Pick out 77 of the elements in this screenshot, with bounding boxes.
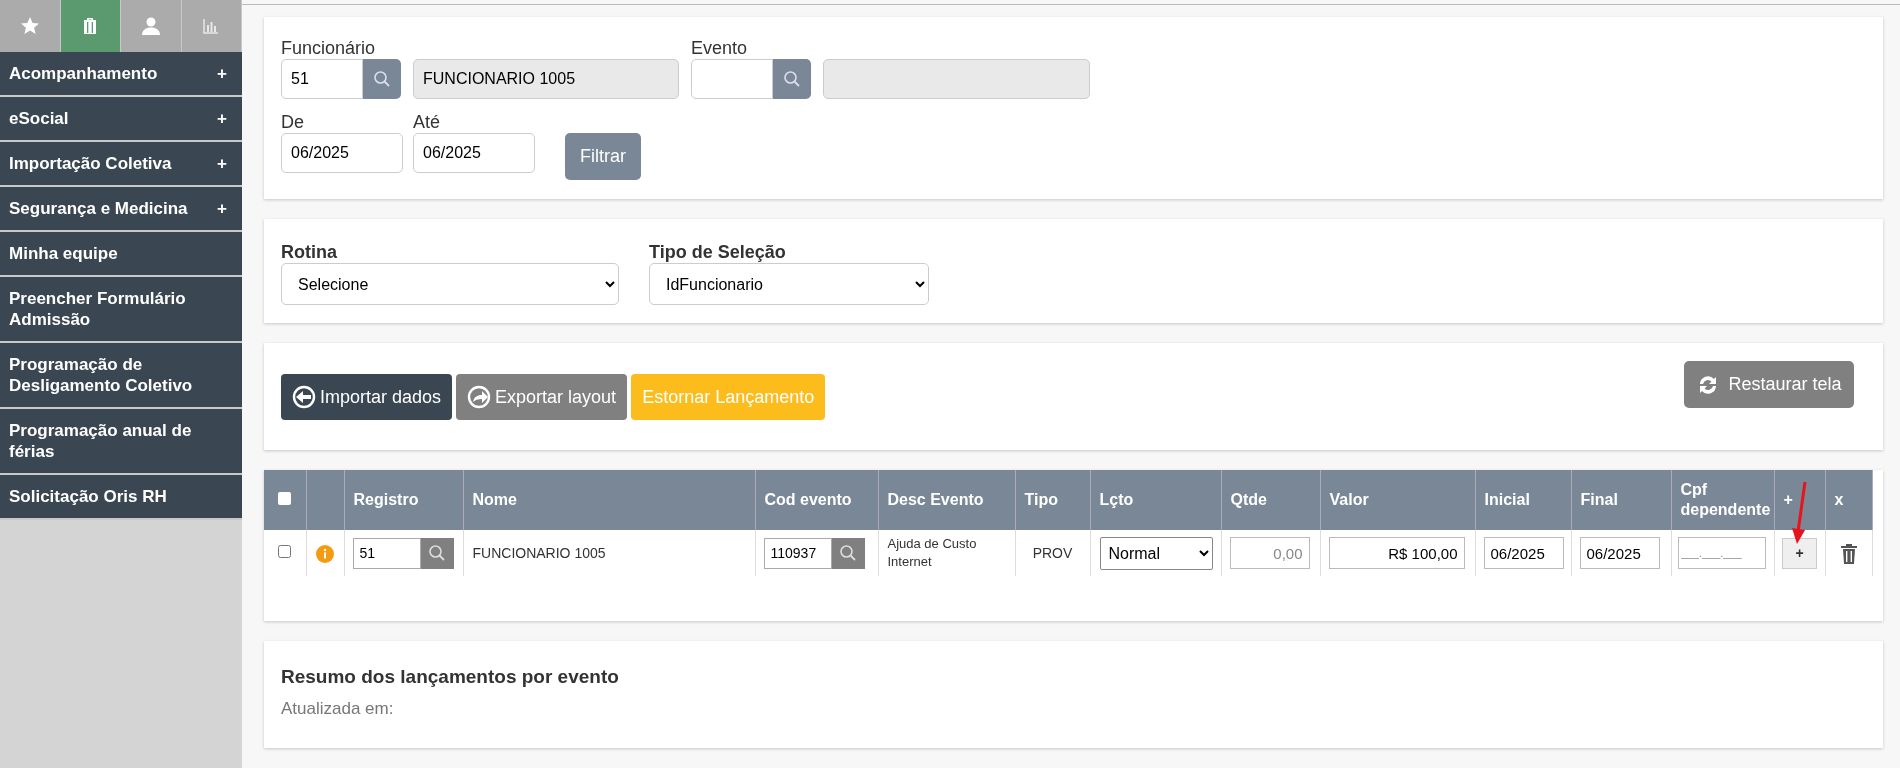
expand-toggle[interactable]: +: [217, 63, 233, 84]
row-checkbox[interactable]: [278, 545, 292, 558]
value-field[interactable]: R$ 100,00: [1328, 537, 1465, 569]
employee-code-field[interactable]: 51: [281, 59, 363, 99]
selection-type-select[interactable]: IdFuncionario: [649, 263, 929, 305]
routine-select[interactable]: Selecione: [281, 263, 619, 305]
search-button[interactable]: [363, 59, 401, 99]
event-code-field[interactable]: 110937: [763, 537, 832, 569]
search-icon: [428, 544, 446, 562]
search-icon: [373, 70, 391, 88]
column-header: +: [1783, 491, 1793, 508]
sidebar-item[interactable]: Segurança e Medicina +: [0, 187, 242, 232]
date-field[interactable]: 06/2025: [281, 133, 403, 173]
field-label: Tipo de Seleção: [649, 241, 787, 263]
expand-toggle[interactable]: +: [217, 198, 233, 219]
updated-label: Atualizada em:: [281, 697, 395, 720]
import-button[interactable]: Importar dados: [281, 374, 453, 420]
table-cell: FUNCIONARIO 1005: [472, 545, 606, 561]
column-header: Cpf dependente: [1680, 481, 1771, 518]
export-button[interactable]: Exportar layout: [456, 374, 628, 420]
add-button[interactable]: +: [1782, 537, 1817, 569]
column-header: Tipo: [1024, 491, 1058, 508]
column-header: Lçto: [1099, 491, 1134, 508]
quantity-field[interactable]: 0,00: [1229, 537, 1310, 569]
field-label: Até: [413, 111, 442, 133]
column-header: Valor: [1329, 491, 1369, 508]
search-icon: [783, 70, 801, 88]
sidebar-item[interactable]: Minha equipe: [0, 232, 242, 277]
section-title: Resumo dos lançamentos por evento: [281, 665, 620, 689]
field-label: De: [281, 111, 305, 133]
sidebar-item[interactable]: Acompanhamento +: [0, 52, 242, 97]
star-icon: [19, 16, 40, 36]
column-header: Registro: [353, 491, 419, 508]
sidebar-item[interactable]: Programação de Desligamento Coletivo: [0, 343, 242, 409]
sidebar-tab[interactable]: [60, 0, 121, 52]
sidebar-tab[interactable]: [181, 0, 242, 52]
employee-name-field[interactable]: FUNCIONARIO 1005: [413, 59, 679, 99]
column-header: Cod evento: [764, 491, 852, 508]
event-name-field[interactable]: [823, 59, 1090, 99]
column-header: Inicial: [1484, 491, 1530, 508]
sidebar-item[interactable]: eSocial +: [0, 97, 242, 142]
expand-toggle[interactable]: +: [217, 108, 233, 129]
date-field[interactable]: 06/2025: [413, 133, 535, 173]
search-icon: [839, 544, 857, 562]
sidebar-item[interactable]: Importação Coletiva +: [0, 142, 242, 187]
search-button[interactable]: [831, 537, 865, 569]
search-button[interactable]: [773, 59, 811, 99]
table-cell-text: Ajuda de Custo Internet: [887, 535, 978, 571]
select-all-checkbox[interactable]: [278, 492, 292, 505]
sidebar-item[interactable]: Solicitação Oris RH: [0, 475, 242, 520]
date-field[interactable]: 06/2025: [1483, 537, 1564, 569]
date-field[interactable]: 06/2025: [1579, 537, 1660, 569]
cpf-field[interactable]: ___.___.___: [1677, 537, 1766, 569]
sidebar-tab[interactable]: [0, 0, 61, 52]
bar-chart-icon: [202, 17, 221, 35]
column-header: Nome: [472, 491, 517, 508]
field-label: Funcionário: [281, 37, 377, 59]
restore-button[interactable]: Restaurar tela: [1684, 361, 1854, 408]
field-label: Rotina: [281, 241, 338, 263]
registro-field[interactable]: 51: [352, 537, 421, 569]
search-button[interactable]: [420, 537, 454, 569]
column-header: Desc Evento: [887, 491, 984, 508]
trash-icon[interactable]: [1840, 543, 1857, 564]
filter-button[interactable]: Filtrar: [565, 133, 641, 180]
entry-type-select[interactable]: Normal: [1099, 536, 1213, 570]
user-icon: [140, 16, 161, 36]
sidebar-item[interactable]: Preencher Formulário Admissão: [0, 277, 242, 343]
column-header: x: [1834, 491, 1844, 508]
expand-toggle[interactable]: +: [217, 153, 233, 174]
field-label: Evento: [691, 37, 749, 59]
column-header: Qtde: [1230, 491, 1267, 508]
table-cell: PROV: [1032, 545, 1073, 561]
sidebar-item[interactable]: Programação anual de férias: [0, 409, 242, 475]
sidebar-tab[interactable]: [121, 0, 182, 52]
info-icon: [316, 544, 334, 563]
event-code-field[interactable]: [691, 59, 773, 99]
column-header: Final: [1580, 491, 1618, 508]
